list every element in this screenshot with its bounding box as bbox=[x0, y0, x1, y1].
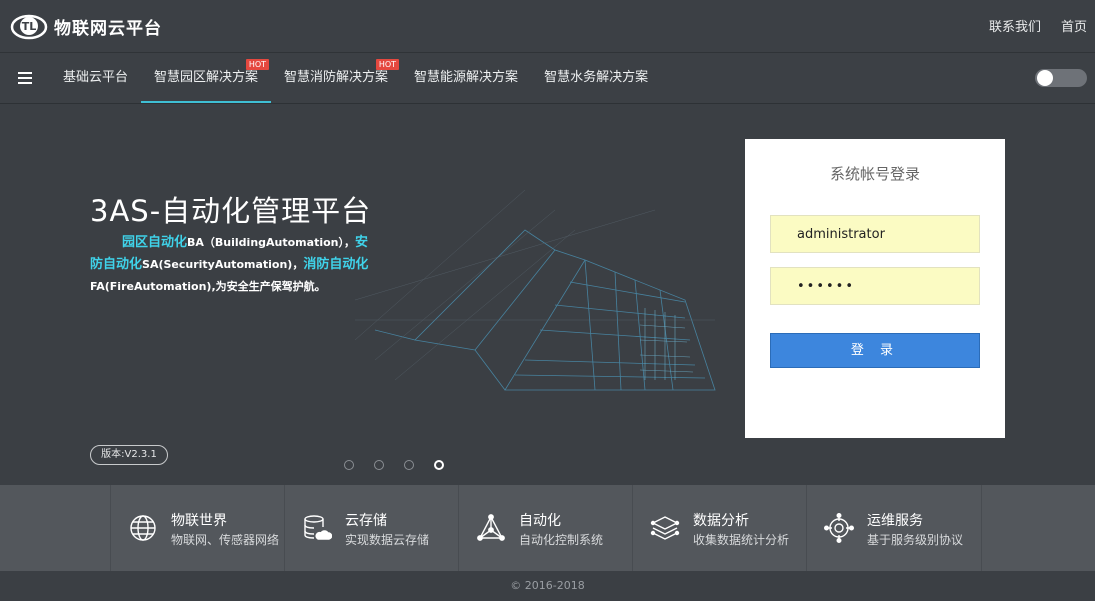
nav-item-label: 智慧消防解决方案 bbox=[284, 70, 389, 85]
brand-logo-icon: TL bbox=[10, 14, 48, 40]
nav-item-label: 智慧水务解决方案 bbox=[544, 70, 649, 85]
nav-item-basic-cloud[interactable]: 基础云平台 bbox=[50, 53, 141, 103]
feature-subtitle: 收集数据统计分析 bbox=[693, 533, 790, 547]
hero-description: 园区自动化BA（BuildingAutomation），安防自动化SA(Secu… bbox=[90, 232, 380, 298]
theme-toggle[interactable] bbox=[1035, 69, 1087, 87]
main-nav: 基础云平台 智慧园区解决方案 HOT 智慧消防解决方案 HOT 智慧能源解决方案… bbox=[0, 53, 1095, 104]
feature-ops-service[interactable]: 运维服务 基于服务级别协议 bbox=[806, 485, 982, 571]
carousel-dot[interactable] bbox=[374, 460, 384, 470]
hero-title: 3AS-自动化管理平台 bbox=[90, 194, 372, 228]
desc-fa-highlight: 消防自动化 bbox=[303, 257, 369, 272]
svg-text:TL: TL bbox=[22, 20, 37, 33]
desc-sa-text: SA(SecurityAutomation)， bbox=[142, 258, 304, 271]
menu-icon[interactable] bbox=[18, 72, 32, 84]
carousel-dot[interactable] bbox=[404, 460, 414, 470]
nav-item-smart-fire[interactable]: 智慧消防解决方案 HOT bbox=[271, 53, 401, 103]
nav-item-smart-energy[interactable]: 智慧能源解决方案 bbox=[401, 53, 531, 103]
feature-title: 运维服务 bbox=[867, 513, 923, 529]
layers-icon bbox=[650, 516, 680, 540]
database-cloud-icon bbox=[304, 515, 332, 540]
copyright-footer: © 2016-2018 bbox=[0, 571, 1095, 600]
feature-iot-world[interactable]: 物联世界 物联网、传感器网络 bbox=[110, 485, 284, 571]
nav-item-smart-water[interactable]: 智慧水务解决方案 bbox=[531, 53, 661, 103]
nav-item-label: 智慧能源解决方案 bbox=[414, 70, 519, 85]
desc-ba-highlight: 园区自动化 bbox=[122, 235, 188, 250]
app-title: 物联网云平台 bbox=[54, 18, 162, 39]
password-input[interactable] bbox=[770, 267, 980, 305]
nav-item-label: 基础云平台 bbox=[63, 70, 129, 85]
feature-title: 自动化 bbox=[519, 513, 561, 529]
version-badge: 版本:V2.3.1 bbox=[90, 445, 168, 465]
desc-fa-text: FA(FireAutomation),为安全生产保驾护航。 bbox=[90, 280, 326, 293]
globe-icon bbox=[130, 515, 156, 541]
feature-subtitle: 自动化控制系统 bbox=[519, 533, 604, 547]
carousel-dot-active[interactable] bbox=[434, 460, 444, 470]
hot-badge: HOT bbox=[375, 59, 400, 70]
login-title: 系统帐号登录 bbox=[829, 165, 920, 183]
feature-automation[interactable]: 自动化 自动化控制系统 bbox=[458, 485, 632, 571]
feature-cloud-storage[interactable]: 云存储 实现数据云存储 bbox=[284, 485, 458, 571]
contact-link[interactable]: 联系我们 bbox=[989, 16, 1041, 35]
nav-item-label: 智慧园区解决方案 bbox=[154, 70, 259, 85]
toggle-knob bbox=[1037, 70, 1053, 86]
top-header: TL 物联网云平台 联系我们 首页 bbox=[0, 0, 1095, 53]
network-triangle-icon bbox=[477, 514, 505, 541]
brand[interactable]: TL 物联网云平台 bbox=[10, 9, 162, 43]
feature-subtitle: 基于服务级别协议 bbox=[867, 533, 964, 547]
hot-badge: HOT bbox=[245, 59, 270, 70]
desc-ba-text: BA（BuildingAutomation）， bbox=[187, 236, 355, 249]
feature-title: 数据分析 bbox=[693, 513, 749, 529]
target-icon bbox=[824, 513, 854, 543]
feature-title: 物联世界 bbox=[171, 513, 227, 529]
building-wireframe-illustration bbox=[355, 190, 716, 391]
login-panel: 系统帐号登录 登 录 bbox=[745, 139, 1005, 438]
feature-subtitle: 实现数据云存储 bbox=[345, 533, 430, 547]
feature-data-analysis[interactable]: 数据分析 收集数据统计分析 bbox=[632, 485, 806, 571]
feature-strip: 物联世界 物联网、传感器网络 云存储 实现数据云存储 自动化 自动化控制系统 数… bbox=[0, 485, 1095, 571]
home-link[interactable]: 首页 bbox=[1061, 16, 1087, 35]
login-button[interactable]: 登 录 bbox=[770, 333, 980, 368]
carousel-dot[interactable] bbox=[344, 460, 354, 470]
nav-item-smart-park[interactable]: 智慧园区解决方案 HOT bbox=[141, 53, 272, 103]
feature-subtitle: 物联网、传感器网络 bbox=[171, 533, 280, 547]
carousel-dots bbox=[344, 460, 444, 470]
feature-title: 云存储 bbox=[345, 513, 387, 529]
username-input[interactable] bbox=[770, 215, 980, 253]
